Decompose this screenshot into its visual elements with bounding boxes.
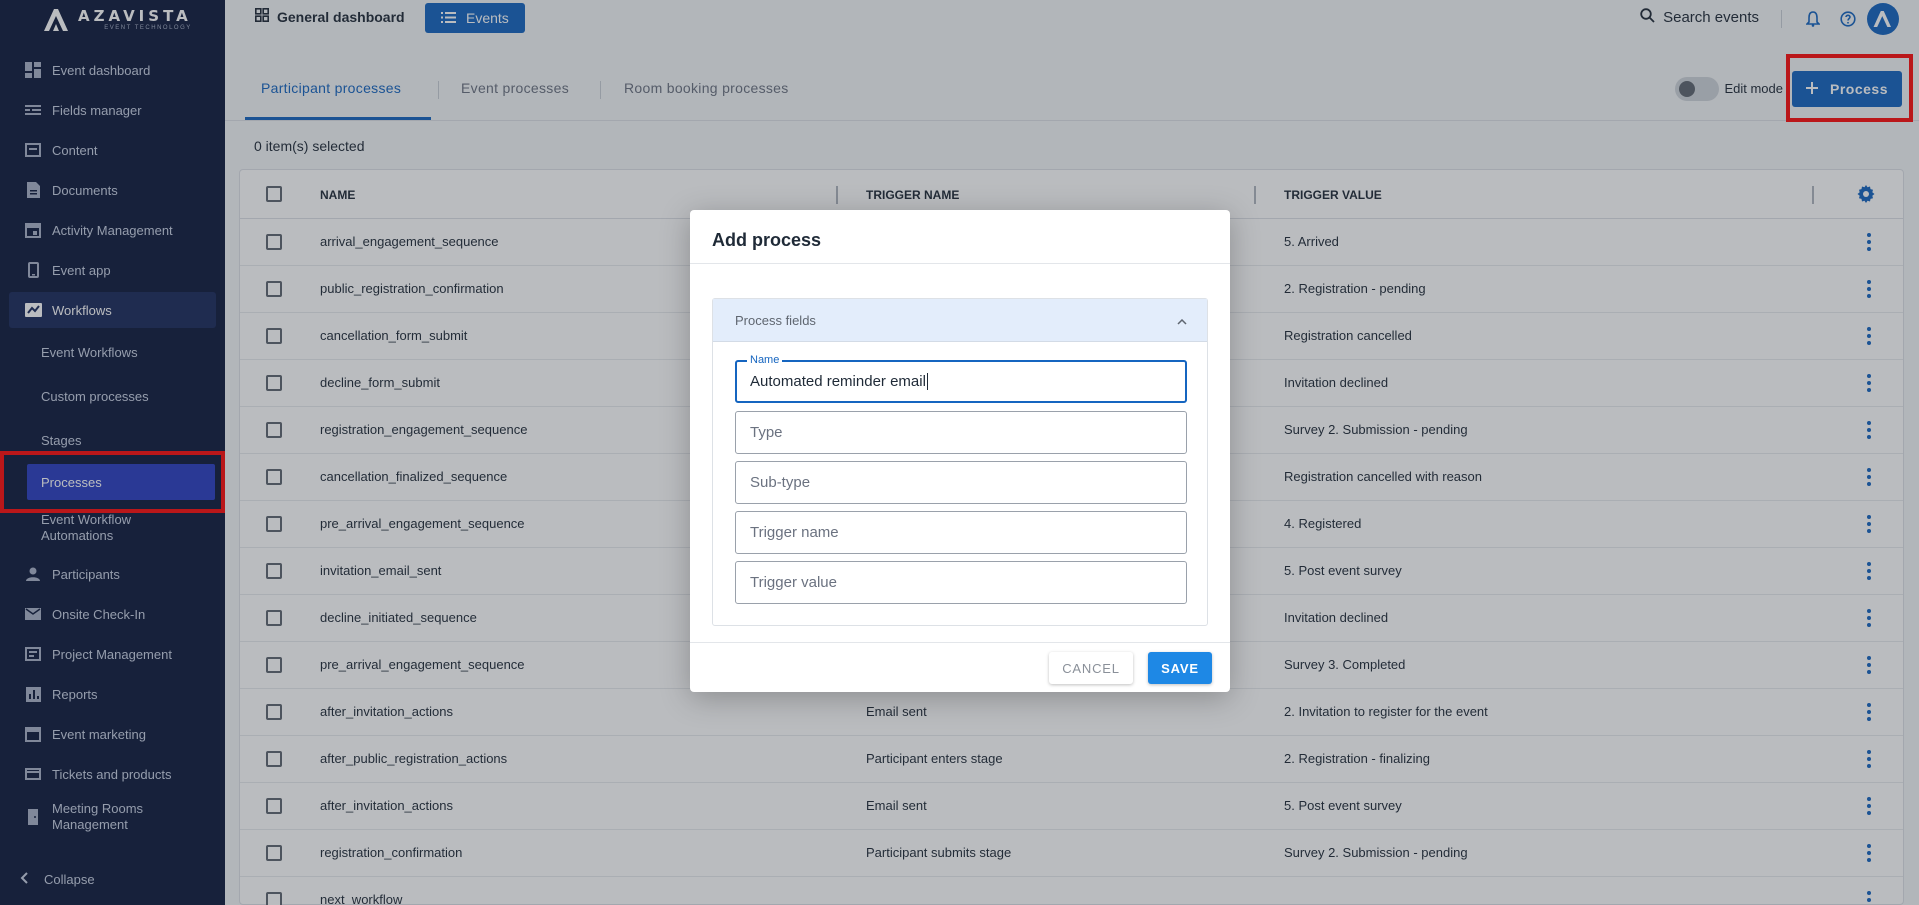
add-process-dialog: Add process Process fields Name Automate… xyxy=(690,210,1230,692)
dialog-title: Add process xyxy=(712,230,822,250)
name-field[interactable]: Name Automated reminder email xyxy=(735,354,1187,403)
trigger-name-placeholder: Trigger name xyxy=(750,524,839,541)
trigger-value-field[interactable]: Trigger value xyxy=(735,561,1187,604)
cancel-button[interactable]: CANCEL xyxy=(1049,652,1133,684)
type-placeholder: Type xyxy=(750,424,783,441)
name-field-value: Automated reminder email xyxy=(750,373,926,390)
process-fields-header[interactable]: Process fields xyxy=(713,299,1207,342)
chevron-up-icon xyxy=(1177,313,1187,328)
process-fields-panel: Process fields Name Automated reminder e… xyxy=(712,298,1208,626)
dialog-footer-divider xyxy=(690,642,1230,643)
name-field-label: Name xyxy=(747,354,783,366)
type-field[interactable]: Type xyxy=(735,411,1187,454)
panel-title: Process fields xyxy=(735,312,816,328)
trigger-value-placeholder: Trigger value xyxy=(750,574,837,591)
sub-type-field[interactable]: Sub-type xyxy=(735,461,1187,504)
text-caret xyxy=(926,373,928,390)
dialog-divider xyxy=(690,263,1230,264)
trigger-name-field[interactable]: Trigger name xyxy=(735,511,1187,554)
save-button[interactable]: SAVE xyxy=(1148,652,1212,684)
sub-type-placeholder: Sub-type xyxy=(750,474,811,491)
